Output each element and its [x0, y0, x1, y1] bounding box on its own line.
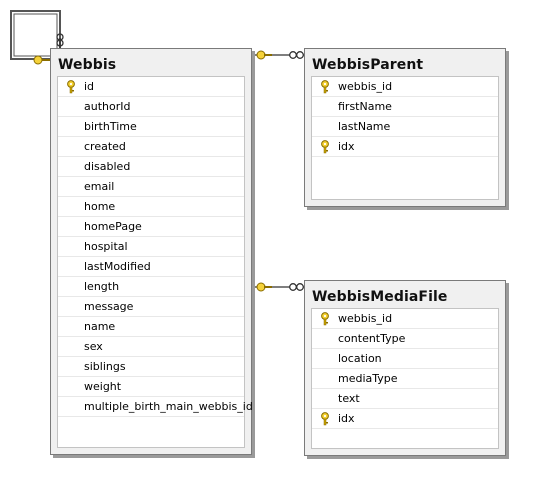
column-row[interactable]: birthTime — [58, 117, 244, 137]
column-list: id authorId birthTime created disabled email h… — [57, 76, 253, 448]
key-icon — [256, 50, 272, 60]
column-name: text — [338, 392, 360, 405]
column-row[interactable]: contentType — [312, 329, 498, 349]
column-row[interactable]: message — [58, 297, 244, 317]
column-name: name — [84, 320, 116, 333]
column-list: webbis_id firstName lastName idx — [311, 76, 499, 200]
column-row[interactable]: disabled — [58, 157, 244, 177]
column-row[interactable]: created — [58, 137, 244, 157]
column-name: idx — [338, 412, 355, 425]
column-name: hospital — [84, 240, 128, 253]
column-row[interactable]: homePage — [58, 217, 244, 237]
table-title: WebbisParent — [312, 57, 424, 73]
key-icon — [321, 80, 329, 94]
column-row[interactable]: mediaType — [312, 369, 498, 389]
key-icon — [321, 140, 329, 154]
table-title: WebbisMediaFile — [312, 289, 448, 305]
column-name: webbis_id — [338, 80, 393, 93]
table-webbismediafile[interactable]: WebbisMediaFile webbis_id contentType loca… — [304, 280, 506, 456]
key-icon — [321, 412, 329, 426]
column-row[interactable]: siblings — [58, 357, 244, 377]
key-icon — [321, 312, 329, 326]
table-title: Webbis — [58, 57, 117, 73]
table-webbisparent[interactable]: WebbisParent webbis_id firstName lastName i… — [304, 48, 506, 207]
infinity-icon — [289, 283, 304, 291]
column-name: created — [84, 140, 126, 153]
column-row[interactable]: name — [58, 317, 244, 337]
column-name: lastName — [338, 120, 391, 133]
column-row[interactable]: authorId — [58, 97, 244, 117]
column-row[interactable]: lastModified — [58, 257, 244, 277]
column-name: lastModified — [84, 260, 151, 273]
column-row[interactable]: webbis_id — [312, 309, 498, 329]
column-name: authorId — [84, 100, 131, 113]
column-row[interactable]: idx — [312, 137, 498, 157]
column-name: multiple_birth_main_webbis_id — [84, 400, 253, 413]
key-icon — [67, 80, 75, 94]
column-name: birthTime — [84, 120, 137, 133]
column-name: home — [84, 200, 116, 213]
column-row[interactable]: text — [312, 389, 498, 409]
column-name: weight — [84, 380, 122, 393]
column-row[interactable]: idx — [312, 409, 498, 429]
column-row[interactable]: webbis_id — [312, 77, 498, 97]
column-row[interactable]: weight — [58, 377, 244, 397]
column-name: disabled — [84, 160, 131, 173]
infinity-icon — [289, 51, 304, 59]
column-name: webbis_id — [338, 312, 393, 325]
table-webbis[interactable]: Webbis id authorId birthTime created disable… — [50, 48, 253, 455]
column-name: firstName — [338, 100, 392, 113]
column-row[interactable]: length — [58, 277, 244, 297]
column-row[interactable]: multiple_birth_main_webbis_id — [58, 397, 253, 417]
column-name: length — [84, 280, 120, 293]
column-name: location — [338, 352, 382, 365]
column-row[interactable]: lastName — [312, 117, 498, 137]
key-icon — [256, 282, 272, 292]
column-row[interactable]: email — [58, 177, 244, 197]
column-name: homePage — [84, 220, 142, 233]
column-name: message — [84, 300, 134, 313]
column-row[interactable]: sex — [58, 337, 244, 357]
column-row[interactable]: hospital — [58, 237, 244, 257]
column-name: siblings — [84, 360, 126, 373]
column-row[interactable]: id — [58, 77, 244, 97]
column-name: sex — [84, 340, 103, 353]
column-row[interactable]: location — [312, 349, 498, 369]
column-name: contentType — [338, 332, 406, 345]
column-name: idx — [338, 140, 355, 153]
column-name: id — [84, 80, 95, 93]
column-row[interactable]: home — [58, 197, 244, 217]
column-name: mediaType — [338, 372, 398, 385]
column-name: email — [84, 180, 115, 193]
column-list: webbis_id contentType location mediaType tex… — [311, 308, 499, 449]
column-row[interactable]: firstName — [312, 97, 498, 117]
